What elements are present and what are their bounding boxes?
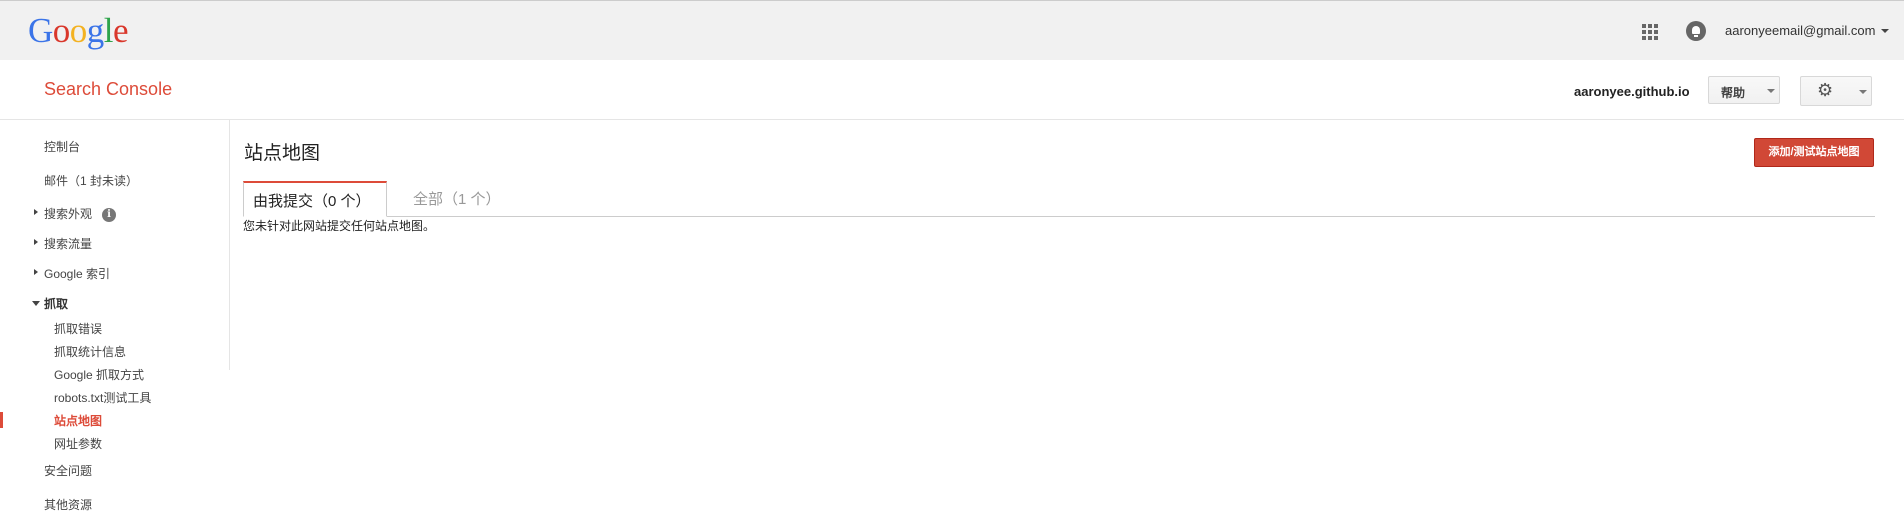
account-email: aaronyeemail@gmail.com (1725, 23, 1876, 38)
sidebar-item-search-traffic[interactable]: 搜索流量 (44, 235, 92, 252)
logo-letter: o (69, 11, 88, 50)
sidebar-item-crawl[interactable]: 抓取 (44, 295, 68, 312)
sidebar-item-other-resources[interactable]: 其他资源 (44, 496, 92, 513)
info-icon[interactable]: i (102, 207, 117, 222)
page-title: 站点地图 (244, 143, 321, 164)
sidebar-subitem-crawl-errors[interactable]: 抓取错误 (54, 320, 102, 337)
site-selector[interactable]: aaronyee.github.io (1574, 84, 1690, 99)
add-test-sitemap-button[interactable]: 添加/测试站点地图 (1754, 138, 1874, 167)
sidebar-item-google-index[interactable]: Google 索引 (44, 265, 110, 282)
help-button[interactable]: 帮助 (1708, 76, 1780, 104)
sidebar-subitem-sitemaps[interactable]: 站点地图 (54, 412, 102, 429)
product-title[interactable]: Search Console (44, 79, 172, 100)
product-header: Search Console aaronyee.github.io 帮助 ⚙ (0, 60, 1904, 120)
gear-icon: ⚙ (1817, 80, 1834, 101)
settings-button[interactable]: ⚙ (1800, 76, 1872, 106)
sidebar-item-messages[interactable]: 邮件（1 封未读） (44, 172, 138, 189)
tab-all[interactable]: 全部（1 个） (413, 188, 501, 209)
logo-letter: o (52, 11, 71, 50)
apps-grid-icon[interactable] (1642, 24, 1658, 40)
sidebar-subitem-crawl-stats[interactable]: 抓取统计信息 (54, 343, 126, 360)
bell-icon[interactable] (1686, 21, 1706, 41)
sidebar-item-dashboard[interactable]: 控制台 (44, 138, 80, 155)
tab-label: 由我提交（0 个） (253, 193, 371, 210)
google-logo[interactable]: Google (28, 11, 129, 50)
sidebar-subitem-fetch-as-google[interactable]: Google 抓取方式 (54, 366, 144, 383)
help-label: 帮助 (1721, 86, 1746, 100)
chevron-down-icon (1859, 90, 1867, 94)
chevron-down-icon (1881, 28, 1890, 33)
sidebar-item-label: 搜索外观 (44, 207, 93, 221)
tab-submitted-by-me[interactable]: 由我提交（0 个） (243, 181, 387, 217)
sidebar-subitem-url-parameters[interactable]: 网址参数 (54, 435, 102, 452)
logo-letter: e (113, 11, 129, 50)
sidebar-item-security[interactable]: 安全问题 (44, 462, 92, 479)
sidebar-subitem-robots-tester[interactable]: robots.txt测试工具 (54, 389, 151, 406)
expand-arrow-icon[interactable] (34, 209, 38, 215)
expand-arrow-icon[interactable] (34, 269, 38, 275)
tabs-divider (243, 216, 1875, 217)
logo-letter: g (86, 11, 105, 50)
empty-state-message: 您未针对此网站提交任何站点地图。 (243, 219, 436, 233)
top-bar: Google aaronyeemail@gmail.com (0, 0, 1904, 60)
sidebar (0, 120, 230, 370)
logo-letter: G (28, 11, 53, 50)
sidebar-item-search-appearance[interactable]: 搜索外观 i (44, 205, 117, 222)
expand-arrow-icon[interactable] (34, 239, 38, 245)
account-menu[interactable]: aaronyeemail@gmail.com (1725, 23, 1890, 38)
logo-letter: l (103, 11, 114, 50)
active-indicator (0, 412, 3, 428)
chevron-down-icon (1767, 89, 1775, 93)
collapse-arrow-icon[interactable] (32, 301, 40, 306)
